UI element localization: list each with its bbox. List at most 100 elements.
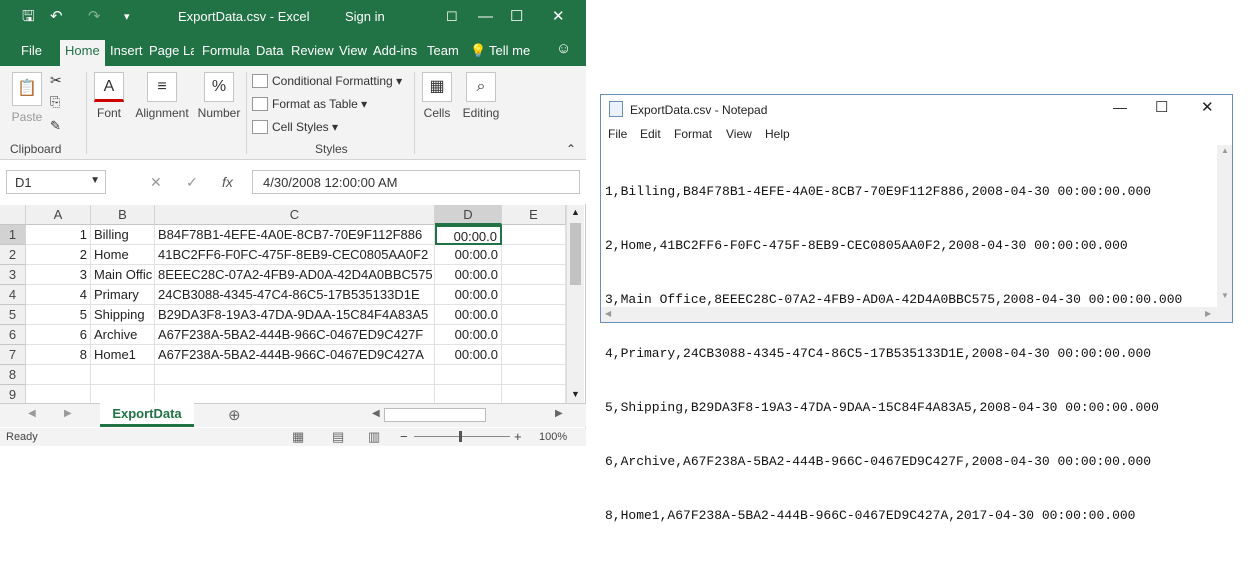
row-header[interactable]: 4 [0, 285, 26, 305]
menu-help[interactable]: Help [765, 127, 790, 141]
table-cell[interactable] [502, 245, 566, 265]
cell-styles-button[interactable]: Cell Styles ▾ [252, 120, 338, 134]
table-cell[interactable]: Shipping [91, 305, 155, 325]
tell-me-box[interactable]: Tell me [489, 43, 530, 58]
row-header[interactable]: 1 [0, 225, 26, 245]
tab-view[interactable]: View [339, 43, 367, 58]
table-cell[interactable]: 24CB3088-4345-47C4-86C5-17B535133D1E [155, 285, 435, 305]
name-box[interactable]: D1 ▼ [6, 170, 106, 194]
zoom-slider-thumb[interactable] [459, 431, 462, 442]
cells-button[interactable]: ▦ Cells [420, 72, 454, 120]
page-layout-view-icon[interactable]: ▤ [332, 429, 344, 445]
table-cell[interactable]: 00:00.0 [435, 285, 502, 305]
table-cell[interactable]: B29DA3F8-19A3-47DA-9DAA-15C84F4A83A5 [155, 305, 435, 325]
add-sheet-icon[interactable]: ⊕ [228, 406, 241, 424]
table-cell[interactable]: 6 [26, 325, 91, 345]
table-cell[interactable]: Billing [91, 225, 155, 245]
table-cell[interactable] [502, 345, 566, 365]
alignment-button[interactable]: ≡ Alignment [132, 72, 192, 120]
tab-home[interactable]: Home [60, 40, 105, 66]
table-cell[interactable]: Home1 [91, 345, 155, 365]
table-cell[interactable] [91, 385, 155, 403]
table-cell[interactable]: 2 [26, 245, 91, 265]
vertical-scrollbar[interactable]: ▲ ▼ [566, 205, 584, 403]
select-all-corner[interactable] [0, 205, 26, 225]
row-header[interactable]: 5 [0, 305, 26, 325]
tab-data[interactable]: Data [256, 43, 283, 58]
close-icon[interactable]: ✕ [552, 8, 565, 26]
row-header[interactable]: 9 [0, 385, 26, 403]
insert-function-icon[interactable]: fx [222, 174, 233, 190]
customize-toolbar-icon[interactable]: ▾ [124, 8, 130, 26]
close-icon[interactable]: ✕ [1201, 98, 1214, 116]
table-cell[interactable]: Primary [91, 285, 155, 305]
sheet-tab[interactable]: ExportData [100, 403, 194, 427]
save-icon[interactable]: 🖫 [22, 8, 35, 26]
font-button[interactable]: A Font [92, 72, 126, 120]
table-cell[interactable]: B84F78B1-4EFE-4A0E-8CB7-70E9F112F886 [155, 225, 435, 245]
scroll-up-icon[interactable]: ▲ [1221, 146, 1229, 155]
table-cell[interactable]: 1 [26, 225, 91, 245]
table-cell[interactable]: 00:00.0 [435, 265, 502, 285]
table-cell[interactable]: 00:00.0 [435, 305, 502, 325]
formula-input[interactable]: 4/30/2008 12:00:00 AM [252, 170, 580, 194]
row-header[interactable]: 3 [0, 265, 26, 285]
enter-icon[interactable]: ✓ [186, 174, 198, 191]
scroll-left-icon[interactable]: ◀ [372, 408, 380, 419]
scroll-thumb[interactable] [570, 223, 581, 285]
table-cell[interactable]: A67F238A-5BA2-444B-966C-0467ED9C427A [155, 345, 435, 365]
notepad-text-area[interactable]: 1,Billing,B84F78B1-4EFE-4A0E-8CB7-70E9F1… [605, 147, 1217, 523]
table-cell[interactable] [155, 365, 435, 385]
horizontal-scroll-thumb[interactable] [384, 408, 486, 422]
row-header[interactable]: 8 [0, 365, 26, 385]
ribbon-display-icon[interactable]: ☐ [446, 8, 458, 26]
table-cell[interactable]: 8 [26, 345, 91, 365]
table-cell[interactable] [435, 385, 502, 403]
normal-view-icon[interactable]: ▦ [292, 429, 304, 445]
table-cell[interactable] [91, 365, 155, 385]
tab-file[interactable]: File [21, 43, 42, 58]
tab-add-ins[interactable]: Add-ins [373, 43, 417, 58]
page-break-view-icon[interactable]: ▥ [368, 429, 380, 445]
undo-icon[interactable]: ↶ [50, 8, 63, 26]
table-cell[interactable]: Archive [91, 325, 155, 345]
minimize-icon[interactable]: — [478, 8, 493, 26]
editing-button[interactable]: ⌕ Editing [460, 72, 502, 120]
share-icon[interactable]: ☺ [556, 40, 571, 57]
table-cell[interactable]: 00:00.0 [435, 345, 502, 365]
table-cell[interactable]: Home [91, 245, 155, 265]
maximize-icon[interactable]: ☐ [510, 8, 523, 26]
column-header[interactable]: C [155, 205, 435, 225]
table-cell[interactable] [26, 385, 91, 403]
scroll-down-icon[interactable]: ▼ [1221, 291, 1229, 300]
table-cell[interactable]: 41BC2FF6-F0FC-475F-8EB9-CEC0805AA0F2 [155, 245, 435, 265]
tab-page-layout[interactable]: Page Lay [149, 43, 194, 58]
row-header[interactable]: 6 [0, 325, 26, 345]
scroll-right-icon[interactable]: ▶ [555, 408, 563, 419]
scroll-right-icon[interactable]: ▶ [1205, 309, 1211, 318]
table-cell[interactable] [502, 285, 566, 305]
row-header[interactable]: 2 [0, 245, 26, 265]
table-cell[interactable]: 8EEEC28C-07A2-4FB9-AD0A-42D4A0BBC575 [155, 265, 435, 285]
table-cell[interactable]: 3 [26, 265, 91, 285]
table-cell[interactable] [502, 225, 566, 245]
table-cell[interactable] [435, 365, 502, 385]
table-cell[interactable]: 00:00.0 [435, 225, 502, 245]
table-cell[interactable] [502, 325, 566, 345]
table-cell[interactable] [26, 365, 91, 385]
cut-icon[interactable]: ✂ [50, 72, 62, 89]
table-cell[interactable]: Main Offic [91, 265, 155, 285]
menu-edit[interactable]: Edit [640, 127, 661, 141]
row-header[interactable]: 7 [0, 345, 26, 365]
table-cell[interactable] [155, 385, 435, 403]
minimize-icon[interactable]: — [1113, 99, 1127, 115]
paste-button[interactable]: 📋 Paste [8, 72, 46, 124]
table-cell[interactable] [502, 385, 566, 403]
column-header[interactable]: E [502, 205, 566, 225]
scroll-down-icon[interactable]: ▼ [571, 389, 580, 399]
tab-insert[interactable]: Insert [110, 43, 143, 58]
copy-icon[interactable]: ⎘ [50, 94, 60, 110]
conditional-formatting-button[interactable]: Conditional Formatting ▾ [252, 74, 402, 88]
table-cell[interactable]: 00:00.0 [435, 325, 502, 345]
column-header[interactable]: A [26, 205, 91, 225]
